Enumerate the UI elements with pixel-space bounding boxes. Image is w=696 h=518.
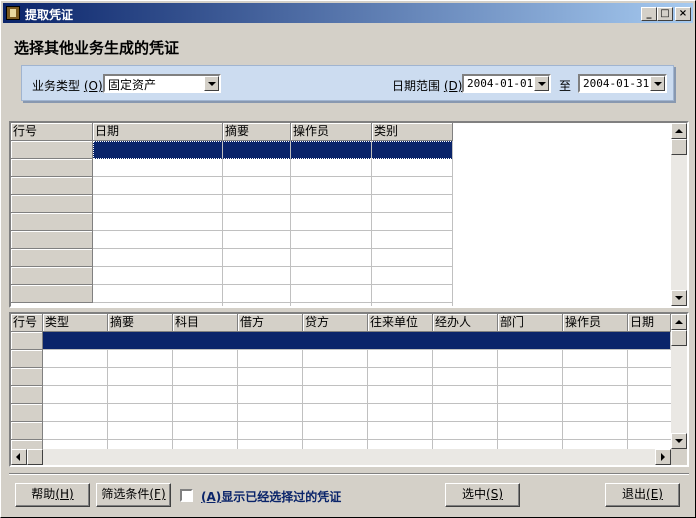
close-button[interactable]: × <box>675 7 691 21</box>
voucher-detail-grid[interactable]: 行号 类型 摘要 科目 借方 贷方 往来单位 经办人 部门 操作员 日期 <box>9 312 689 467</box>
app-icon <box>6 6 20 20</box>
row-header[interactable] <box>11 159 93 177</box>
scroll-down-button[interactable] <box>671 290 687 306</box>
filter-conditions-button[interactable]: 筛选条件(F) <box>96 483 171 507</box>
table-row-selected[interactable] <box>43 332 671 350</box>
column-header-operator[interactable]: 操作员 <box>291 123 372 141</box>
divider <box>9 473 689 475</box>
chevron-down-icon[interactable] <box>534 76 549 91</box>
column-header-summary[interactable]: 摘要 <box>108 314 173 332</box>
column-header-debit[interactable]: 借方 <box>238 314 303 332</box>
row-header[interactable] <box>11 213 93 231</box>
scroll-left-button[interactable] <box>11 449 27 465</box>
grid-rows-body[interactable] <box>43 350 671 451</box>
row-header[interactable] <box>11 177 93 195</box>
column-header-department[interactable]: 部门 <box>498 314 563 332</box>
row-header[interactable] <box>11 368 43 386</box>
column-header-operator[interactable]: 操作员 <box>563 314 628 332</box>
date-range-label: 日期范围 (D) <box>392 79 463 93</box>
table-row-selected[interactable] <box>93 141 453 159</box>
row-header[interactable] <box>11 141 93 159</box>
scroll-down-button[interactable] <box>671 433 687 449</box>
title-bar: 提取凭证 _ □ × <box>3 3 693 23</box>
column-divider <box>290 141 291 306</box>
minimize-icon: _ <box>646 8 652 19</box>
column-header-summary[interactable]: 摘要 <box>223 123 291 141</box>
column-divider <box>222 141 223 306</box>
chevron-down-icon[interactable] <box>204 76 219 91</box>
grid-rows-body[interactable] <box>93 159 453 306</box>
row-header[interactable] <box>11 386 43 404</box>
column-header-date[interactable]: 日期 <box>628 314 671 332</box>
maximize-button[interactable]: □ <box>657 7 673 21</box>
scroll-thumb[interactable] <box>671 330 687 346</box>
date-to-value: 2004-01-31 <box>583 77 650 90</box>
column-header-partner[interactable]: 往来单位 <box>368 314 433 332</box>
row-header[interactable] <box>11 422 43 440</box>
show-selected-checkbox[interactable] <box>180 489 193 502</box>
row-header[interactable] <box>11 350 43 368</box>
column-divider <box>452 141 453 306</box>
chevron-down-icon[interactable] <box>650 76 665 91</box>
column-header-category[interactable]: 类别 <box>372 123 453 141</box>
voucher-grid[interactable]: 行号 日期 摘要 操作员 类别 <box>9 121 689 308</box>
vertical-scrollbar[interactable] <box>671 123 687 306</box>
column-header-row-no[interactable]: 行号 <box>11 314 43 332</box>
vertical-scrollbar[interactable] <box>671 314 687 449</box>
minimize-button[interactable]: _ <box>641 7 657 21</box>
scroll-thumb[interactable] <box>27 449 43 465</box>
select-button[interactable]: 选中(S) <box>445 483 520 507</box>
row-header[interactable] <box>11 249 93 267</box>
business-type-label: 业务类型 (O) <box>32 79 103 93</box>
horizontal-scrollbar[interactable] <box>11 449 671 465</box>
exit-button[interactable]: 退出(E) <box>605 483 680 507</box>
filter-panel: 业务类型 (O) 固定资产 日期范围 (D) 2004-01-01 至 2004… <box>21 65 674 101</box>
show-selected-label[interactable]: (A)显示已经选择过的凭证 <box>201 488 341 505</box>
date-from-value: 2004-01-01 <box>467 77 534 90</box>
column-header-type[interactable]: 类型 <box>43 314 108 332</box>
date-to-picker[interactable]: 2004-01-31 <box>578 74 667 93</box>
date-from-picker[interactable]: 2004-01-01 <box>462 74 551 93</box>
row-header[interactable] <box>11 267 93 285</box>
window-title: 提取凭证 <box>25 8 74 22</box>
date-to-label: 至 <box>559 79 572 93</box>
close-icon: × <box>678 8 688 19</box>
scroll-right-button[interactable] <box>655 449 671 465</box>
row-header[interactable] <box>11 404 43 422</box>
column-header-date[interactable]: 日期 <box>93 123 223 141</box>
help-button[interactable]: 帮助(H) <box>15 483 90 507</box>
row-header[interactable] <box>11 332 43 350</box>
column-header-credit[interactable]: 贷方 <box>303 314 368 332</box>
business-type-value: 固定资产 <box>108 78 157 92</box>
scroll-thumb[interactable] <box>671 139 687 155</box>
scroll-up-button[interactable] <box>671 314 687 330</box>
maximize-icon: □ <box>660 8 670 19</box>
dialog-window: 提取凭证 _ □ × 选择其他业务生成的凭证 业务类型 (O) 固定资产 日期范… <box>0 0 696 518</box>
row-header[interactable] <box>11 195 93 213</box>
column-header-handler[interactable]: 经办人 <box>433 314 498 332</box>
page-title: 选择其他业务生成的凭证 <box>14 39 180 57</box>
scroll-up-button[interactable] <box>671 123 687 139</box>
column-header-account[interactable]: 科目 <box>173 314 238 332</box>
column-header-row-no[interactable]: 行号 <box>11 123 93 141</box>
row-header[interactable] <box>11 231 93 249</box>
business-type-select[interactable]: 固定资产 <box>103 74 221 93</box>
column-divider <box>371 141 372 306</box>
row-header[interactable] <box>11 285 93 303</box>
scrollbar-corner <box>671 449 687 465</box>
